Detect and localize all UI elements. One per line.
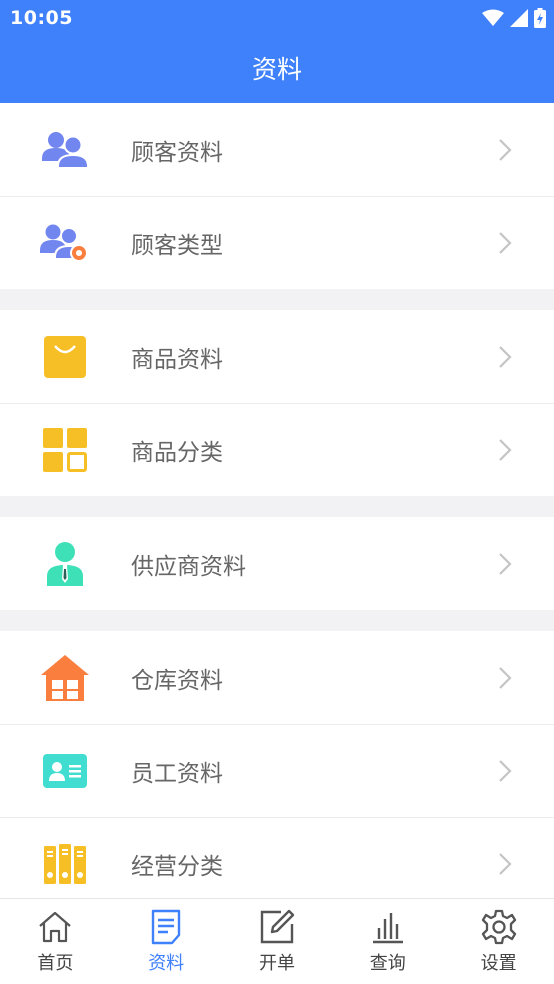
nav-label: 首页: [37, 953, 74, 974]
signal-icon: [510, 9, 528, 27]
bottom-nav: 首页 资料 开单 查询 设置: [0, 898, 554, 984]
top-bar: 10:05 资料: [0, 0, 554, 103]
binders-icon: [40, 839, 90, 889]
section-operations: 仓库资料 员工资料 经营分类: [0, 631, 554, 898]
wifi-icon: [482, 9, 504, 26]
nav-settings[interactable]: 设置: [443, 899, 554, 984]
chevron-right-icon: [499, 853, 512, 875]
nav-data[interactable]: 资料: [111, 899, 222, 984]
menu-item-label: 商品资料: [131, 346, 223, 373]
menu-item-business-category[interactable]: 经营分类: [0, 817, 554, 898]
menu-item-label: 顾客资料: [131, 139, 223, 166]
chevron-right-icon: [499, 552, 512, 575]
nav-create-order[interactable]: 开单: [222, 899, 333, 984]
document-icon: [151, 909, 181, 945]
menu-item-employee-profile[interactable]: 员工资料: [0, 724, 554, 817]
menu-item-warehouse-profile[interactable]: 仓库资料: [0, 631, 554, 724]
menu-item-label: 顾客类型: [131, 233, 223, 259]
id-card-icon: [40, 746, 90, 796]
section-customers: 顾客资料 顾客类型: [0, 103, 554, 289]
gear-icon: [481, 909, 516, 945]
edit-icon: [260, 909, 295, 944]
chevron-right-icon: [499, 760, 512, 782]
menu-item-customer-profile[interactable]: 顾客资料: [0, 103, 554, 196]
warehouse-icon: [40, 653, 90, 703]
menu-item-label: 仓库资料: [131, 667, 223, 694]
chevron-right-icon: [499, 232, 512, 254]
nav-home[interactable]: 首页: [0, 899, 111, 984]
shopping-bag-icon: [40, 332, 90, 382]
nav-query[interactable]: 查询: [332, 899, 443, 984]
section-divider: [0, 610, 554, 631]
status-time: 10:05: [10, 7, 73, 29]
menu-item-customer-type[interactable]: 顾客类型: [0, 196, 554, 289]
customer-type-icon: [40, 218, 90, 268]
grid-category-icon: [40, 425, 90, 475]
nav-label: 查询: [369, 953, 406, 974]
section-divider: [0, 289, 554, 310]
battery-icon: [534, 8, 546, 28]
chevron-right-icon: [499, 345, 512, 368]
section-divider: [0, 496, 554, 517]
customers-icon: [40, 125, 90, 175]
page-title: 资料: [251, 55, 302, 84]
supplier-icon: [40, 539, 90, 589]
menu-item-supplier-profile[interactable]: 供应商资料: [0, 517, 554, 610]
status-icons: [482, 8, 546, 28]
nav-label: 资料: [148, 953, 185, 974]
chevron-right-icon: [499, 666, 512, 689]
menu-item-label: 商品分类: [131, 440, 223, 466]
home-icon: [39, 911, 72, 943]
menu-item-product-category[interactable]: 商品分类: [0, 403, 554, 496]
nav-label: 设置: [480, 953, 517, 974]
section-suppliers: 供应商资料: [0, 517, 554, 610]
menu-item-label: 供应商资料: [131, 553, 246, 580]
menu-item-label: 经营分类: [131, 854, 223, 880]
menu-list: 顾客资料 顾客类型 商品资料 商品分类 供应商资料 仓库资料 员工资料 经营分类: [0, 103, 554, 898]
section-products: 商品资料 商品分类: [0, 310, 554, 496]
nav-label: 开单: [258, 953, 295, 974]
chevron-right-icon: [499, 439, 512, 461]
bar-chart-icon: [372, 913, 403, 944]
menu-item-product-profile[interactable]: 商品资料: [0, 310, 554, 403]
menu-item-label: 员工资料: [131, 761, 223, 787]
chevron-right-icon: [499, 138, 512, 161]
